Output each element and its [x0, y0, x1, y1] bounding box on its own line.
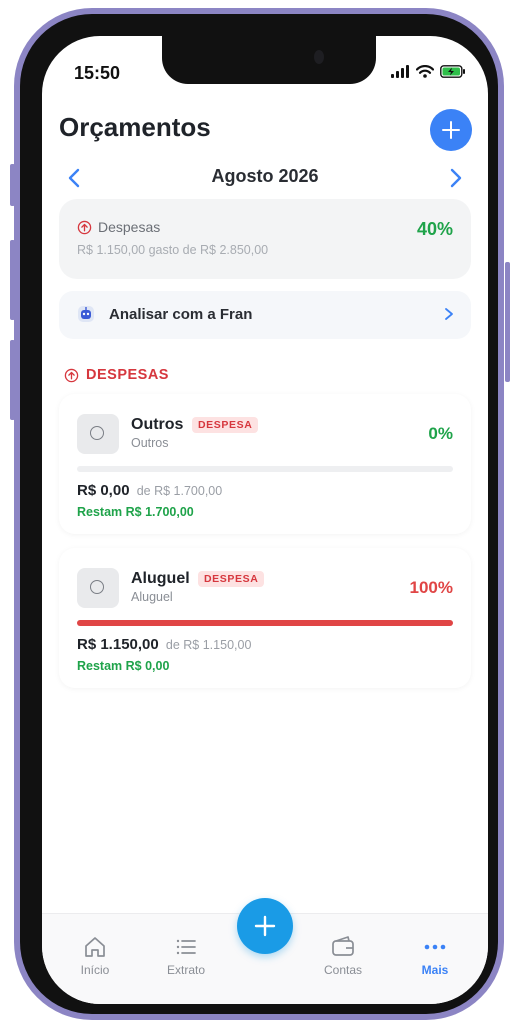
tab-label: Mais: [421, 963, 449, 977]
plus-icon: [254, 915, 276, 937]
arrow-up-circle-icon: [77, 220, 92, 234]
tab-label: Início: [80, 963, 110, 977]
limit-amount: de R$ 1.150,00: [165, 638, 252, 652]
arrow-up-circle-icon: [64, 368, 79, 382]
page-title: Orçamentos: [59, 112, 211, 142]
type-badge: DESPESA: [192, 417, 259, 433]
status-time: 15:50: [74, 63, 121, 83]
progress-fill: [77, 620, 453, 626]
more-icon: [424, 944, 446, 950]
summary-header: Despesas: [77, 219, 160, 235]
progress-bar: [77, 620, 453, 626]
circle-icon: [90, 580, 104, 594]
budget-name: Aluguel: [131, 570, 190, 587]
category-icon: [77, 414, 119, 454]
budget-amounts: R$ 1.150,00 de R$ 1.150,00: [77, 636, 251, 653]
app-screen: 15:50 Orçamentos Agosto 2026 Despesas R$…: [42, 36, 488, 1004]
analyze-with-fran-button[interactable]: Analisar com a Fran: [59, 291, 471, 339]
budget-category: Aluguel: [131, 590, 173, 604]
add-budget-button[interactable]: [430, 109, 472, 151]
budget-percent: 100%: [409, 578, 453, 597]
camera-dot: [314, 50, 324, 64]
type-badge: DESPESA: [198, 571, 265, 587]
power-button: [505, 262, 510, 382]
chevron-right-icon: [445, 308, 453, 320]
month-navigator: Agosto 2026: [59, 164, 471, 192]
budget-percent: 0%: [428, 424, 453, 443]
status-icons: [391, 65, 466, 78]
budget-card[interactable]: Aluguel DESPESA Aluguel 100% R$ 1.150,00…: [59, 548, 471, 688]
progress-bar: [77, 466, 453, 472]
budget-amounts: R$ 0,00 de R$ 1.700,00: [77, 482, 222, 499]
summary-detail: R$ 1.150,00 gasto de R$ 2.850,00: [77, 243, 269, 257]
wifi-icon: [416, 65, 434, 78]
tab-extrato[interactable]: Extrato: [151, 934, 221, 977]
assistant-label: Analisar com a Fran: [109, 306, 253, 323]
robot-icon: [78, 306, 94, 322]
home-icon: [85, 937, 105, 957]
budget-card[interactable]: Outros DESPESA Outros 0% R$ 0,00 de R$ 1…: [59, 394, 471, 534]
limit-amount: de R$ 1.700,00: [136, 484, 223, 498]
spent-amount: R$ 0,00: [77, 482, 130, 499]
month-label: Agosto 2026: [211, 166, 319, 186]
plus-icon: [442, 121, 460, 139]
volume-up-button: [10, 240, 15, 320]
notch: [162, 36, 376, 84]
spent-amount: R$ 1.150,00: [77, 636, 159, 653]
silent-switch: [10, 164, 15, 206]
tab-inicio[interactable]: Início: [60, 934, 130, 977]
budget-category: Outros: [131, 436, 169, 450]
add-transaction-button[interactable]: [237, 898, 293, 954]
tab-label: Contas: [323, 963, 363, 977]
tab-contas[interactable]: Contas: [308, 934, 378, 977]
remaining-amount: Restam R$ 0,00: [77, 659, 170, 673]
category-icon: [77, 568, 119, 608]
summary-label: Despesas: [98, 219, 161, 235]
signal-icon: [391, 65, 409, 78]
budget-name: Outros: [131, 416, 184, 433]
circle-icon: [90, 426, 104, 440]
remaining-amount: Restam R$ 1.700,00: [77, 505, 194, 519]
battery-charging-icon: [440, 65, 465, 78]
volume-down-button: [10, 340, 15, 420]
list-icon: [176, 939, 196, 955]
phone-frame: 15:50 Orçamentos Agosto 2026 Despesas R$…: [14, 8, 504, 1020]
phone-bezel: 15:50 Orçamentos Agosto 2026 Despesas R$…: [20, 14, 498, 1014]
tab-mais[interactable]: Mais: [400, 934, 470, 977]
expenses-summary-card[interactable]: Despesas R$ 1.150,00 gasto de R$ 2.850,0…: [59, 199, 471, 279]
summary-percent: 40%: [416, 219, 453, 239]
wallet-icon: [332, 936, 354, 956]
chevron-right-icon[interactable]: [443, 166, 467, 190]
section-title: DESPESAS: [64, 367, 169, 383]
section-label: DESPESAS: [86, 367, 169, 383]
tab-label: Extrato: [166, 963, 205, 977]
